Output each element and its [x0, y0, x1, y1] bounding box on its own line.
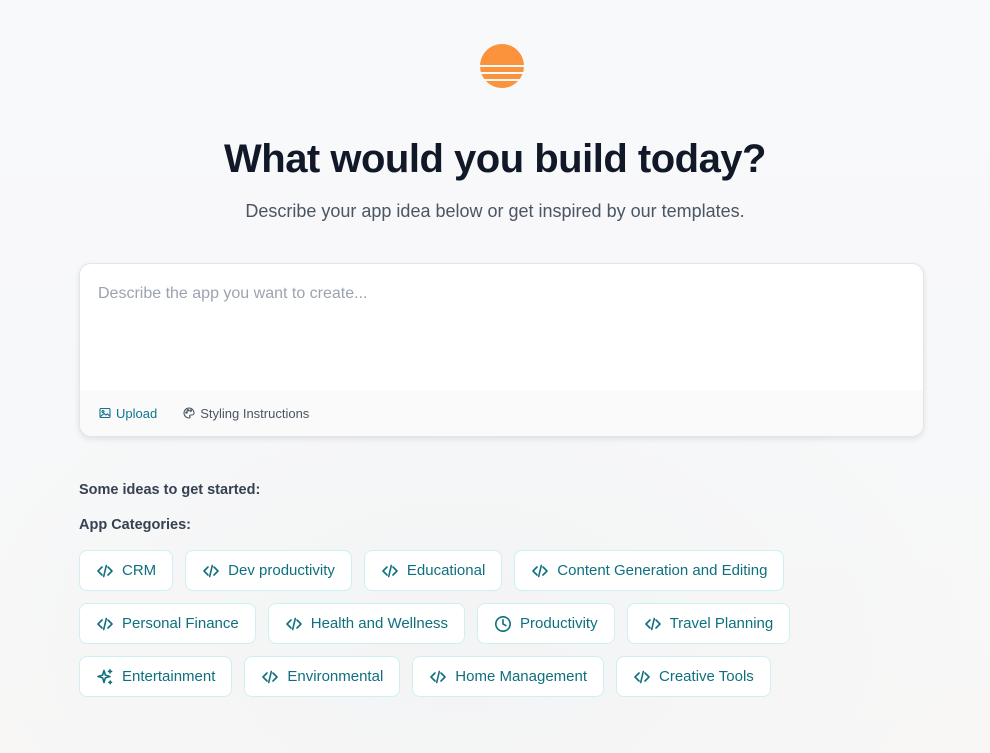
prompt-card: Upload Styling Instructions [79, 263, 924, 437]
category-chip-label: Educational [406, 562, 486, 579]
category-chip[interactable]: Educational [363, 550, 503, 591]
palette-icon [183, 407, 195, 419]
category-chip-label: Travel Planning [669, 615, 774, 632]
code-icon [382, 564, 398, 577]
code-icon [430, 670, 447, 683]
page-subtitle: Describe your app idea below or get insp… [245, 201, 745, 221]
category-chip[interactable]: Creative Tools [616, 656, 771, 697]
code-icon [97, 617, 113, 630]
styling-instructions-label: Styling Instructions [200, 405, 310, 421]
sparkles-icon [97, 668, 113, 684]
code-icon [262, 670, 279, 683]
image-icon [99, 407, 111, 419]
code-icon [532, 564, 549, 577]
code-icon [644, 617, 661, 630]
categories-heading: App Categories: [79, 517, 191, 533]
category-chip-label: Productivity [520, 615, 598, 632]
category-chips: CRM Dev productivity Educational Content Ge… [79, 550, 879, 709]
category-chip-label: Environmental [287, 668, 384, 685]
styling-instructions-button[interactable]: Styling Instructions [183, 406, 309, 421]
category-chip-label: CRM [122, 562, 157, 579]
code-icon [634, 670, 650, 683]
code-icon [97, 564, 113, 577]
prompt-toolbar: Upload Styling Instructions [80, 390, 923, 436]
category-chip[interactable]: Entertainment [79, 656, 233, 697]
category-chip-label: Health and Wellness [310, 615, 449, 632]
chip-row: Entertainment Environmental Home Managemen… [79, 656, 879, 697]
sunset-logo-icon [480, 44, 524, 88]
category-chip[interactable]: CRM [79, 550, 174, 591]
category-chip-label: Personal Finance [122, 615, 239, 632]
category-chip-label: Entertainment [122, 668, 216, 685]
clock-icon [495, 615, 512, 632]
category-chip-label: Creative Tools [659, 668, 754, 685]
category-chip-label: Dev productivity [228, 562, 335, 579]
upload-label: Upload [116, 405, 158, 421]
category-chip[interactable]: Travel Planning [626, 603, 791, 644]
upload-button[interactable]: Upload [99, 406, 157, 421]
code-icon [285, 617, 302, 630]
app-description-input[interactable] [80, 264, 923, 390]
chip-row: CRM Dev productivity Educational Content Ge… [79, 550, 879, 591]
chip-row: Personal Finance Health and Wellness Produ… [79, 603, 879, 644]
category-chip[interactable]: Dev productivity [185, 550, 352, 591]
category-chip[interactable]: Home Management [412, 656, 605, 697]
code-icon [203, 564, 219, 577]
category-chip[interactable]: Content Generation and Editing [514, 550, 785, 591]
category-chip-label: Home Management [455, 668, 588, 685]
category-chip[interactable]: Productivity [477, 603, 615, 644]
category-chip-label: Content Generation and Editing [557, 562, 768, 579]
page-title: What would you build today? [224, 137, 767, 181]
category-chip[interactable]: Environmental [244, 656, 401, 697]
category-chip[interactable]: Health and Wellness [267, 603, 466, 644]
ideas-heading: Some ideas to get started: [79, 482, 261, 498]
category-chip[interactable]: Personal Finance [79, 603, 256, 644]
